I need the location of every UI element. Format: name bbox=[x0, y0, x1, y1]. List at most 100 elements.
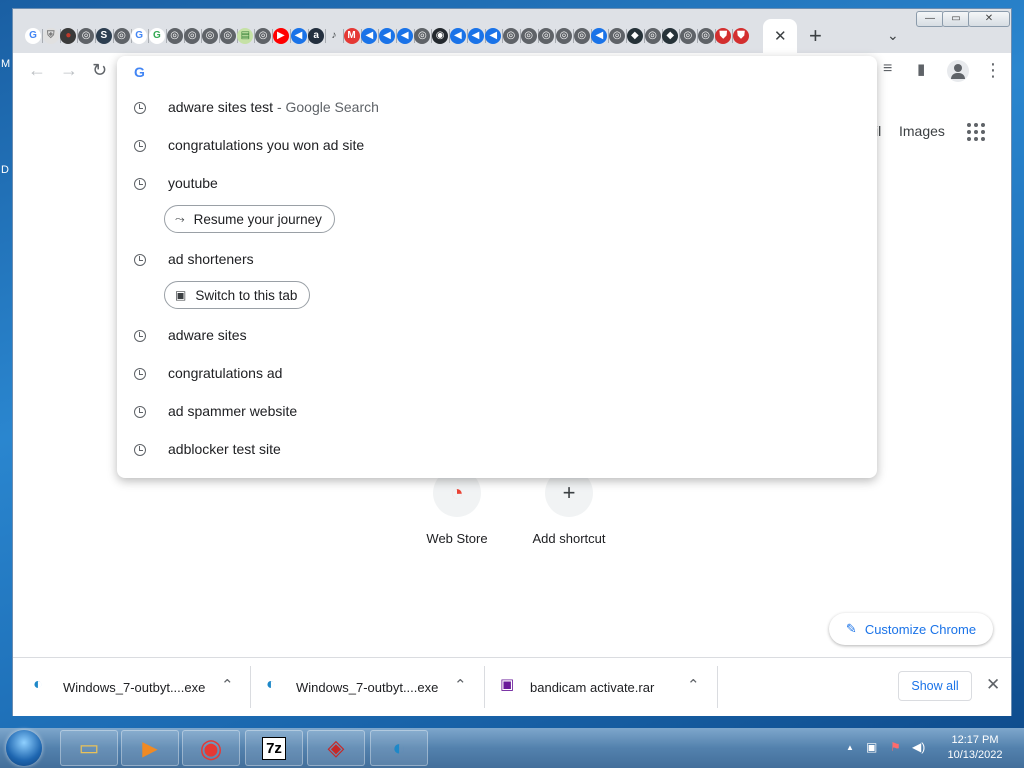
tab-favicon-icon[interactable]: ◀ bbox=[449, 28, 466, 44]
show-all-downloads-button[interactable]: Show all bbox=[898, 671, 972, 701]
suggestion-text: congratulations you won ad site bbox=[168, 137, 365, 153]
tab-favicon-icon[interactable]: ◀ bbox=[485, 28, 502, 44]
history-clock-icon bbox=[134, 368, 146, 380]
suggestion-text: congratulations ad bbox=[168, 365, 283, 381]
taskbar-7zip[interactable]: 7z bbox=[245, 730, 303, 766]
tab-favicon-icon[interactable]: ◎ bbox=[202, 28, 218, 44]
download-item[interactable]: ▣ bandicam activate.rar ⌃ bbox=[485, 658, 717, 716]
tab-favicon-icon[interactable]: ▶ bbox=[272, 28, 289, 44]
tab-close-icon[interactable]: ✕ bbox=[774, 27, 787, 45]
chrome-menu-button[interactable]: ⋮ bbox=[984, 60, 1002, 81]
reload-button[interactable]: ↻ bbox=[92, 60, 107, 81]
tab-favicon-icon[interactable]: G bbox=[131, 28, 148, 44]
tab-favicon-icon[interactable]: ● bbox=[60, 28, 77, 44]
network-icon[interactable]: ▣ bbox=[866, 740, 877, 754]
active-tab[interactable]: ✕ bbox=[763, 19, 797, 53]
suggestion-row[interactable]: ad shorteners bbox=[117, 244, 877, 280]
tab-favicon-icon[interactable]: ◎ bbox=[502, 28, 519, 44]
tab-favicon-icon[interactable]: a bbox=[308, 28, 325, 44]
tab-favicon-icon[interactable]: ◎ bbox=[520, 28, 537, 44]
back-button[interactable]: ← bbox=[28, 60, 46, 81]
tab-favicon-icon[interactable]: ◎ bbox=[609, 28, 626, 44]
tab-favicon-icon[interactable]: ⛊ bbox=[715, 28, 732, 44]
minimize-button[interactable]: — bbox=[916, 11, 944, 27]
pencil-icon: ✎ bbox=[845, 621, 857, 636]
tab-favicon-icon[interactable]: ◎ bbox=[573, 28, 590, 44]
tab-favicon-icon[interactable]: ◀ bbox=[290, 28, 307, 44]
tab-favicon-icon[interactable]: ◎ bbox=[538, 28, 555, 44]
profile-avatar[interactable] bbox=[947, 60, 969, 82]
reading-list-button[interactable]: ≡ bbox=[883, 60, 892, 78]
suggestion-row[interactable]: adware sites test - Google Search bbox=[117, 92, 877, 128]
chrome-icon: ◉ bbox=[199, 732, 223, 763]
maximize-button[interactable]: ▭ bbox=[942, 11, 970, 27]
tab-favicon-icon[interactable]: ◀ bbox=[379, 28, 395, 44]
download-item[interactable]: ◐ Windows_7-outbyt....exe ⌃ bbox=[13, 658, 250, 716]
tab-favicon-icon[interactable]: ◎ bbox=[414, 28, 431, 44]
start-button[interactable] bbox=[6, 730, 42, 766]
tab-favicon-icon[interactable]: M bbox=[343, 28, 360, 44]
system-clock[interactable]: 12:17 PM 10/13/2022 bbox=[942, 734, 1008, 761]
customize-chrome-button[interactable]: ✎ Customize Chrome bbox=[829, 613, 993, 645]
chevron-up-icon[interactable]: ⌃ bbox=[687, 676, 700, 694]
tab-favicon-icon[interactable]: ◎ bbox=[679, 28, 696, 44]
tab-favicon-icon[interactable]: ◎ bbox=[113, 28, 130, 44]
tab-favicon-icon[interactable]: ◎ bbox=[697, 28, 714, 44]
taskbar-chrome[interactable]: ◉ bbox=[182, 730, 240, 766]
shortcut-web-store[interactable]: ◔ Web Store bbox=[407, 469, 507, 546]
side-panel-button[interactable]: ▮ bbox=[917, 60, 925, 78]
tab-favicon-icon[interactable]: G bbox=[25, 28, 41, 44]
chevron-up-icon[interactable]: ⌃ bbox=[221, 676, 234, 694]
tab-favicon-icon[interactable]: ⛨ bbox=[42, 28, 59, 44]
google-icon: G bbox=[134, 64, 145, 80]
taskbar-explorer[interactable]: ▭ bbox=[60, 730, 118, 766]
history-clock-icon bbox=[134, 178, 146, 190]
action-center-flag-icon[interactable]: ⚑ bbox=[890, 740, 901, 754]
shortcut-add[interactable]: + Add shortcut bbox=[519, 469, 619, 546]
resume-journey-chip[interactable]: ⤳ Resume your journey bbox=[164, 205, 335, 233]
close-window-button[interactable]: ✕ bbox=[968, 11, 1010, 27]
tab-favicon-icon[interactable]: ◎ bbox=[556, 28, 572, 44]
desktop-icon-label-d: D bbox=[1, 164, 9, 176]
show-hidden-icons[interactable]: ▲ bbox=[846, 743, 854, 752]
suggestion-row[interactable]: youtube bbox=[117, 168, 877, 204]
suggestion-row[interactable]: adware sites bbox=[117, 320, 877, 356]
tab-favicon-icon[interactable]: ♪ bbox=[325, 28, 342, 44]
tab-favicon-icon[interactable]: ▤ bbox=[237, 28, 254, 44]
images-link[interactable]: Images bbox=[899, 123, 945, 139]
tab-favicon-icon[interactable]: ◎ bbox=[255, 28, 272, 44]
new-tab-button[interactable]: + bbox=[809, 23, 822, 49]
tab-favicon-icon[interactable]: ◀ bbox=[591, 28, 608, 44]
tab-favicon-icon[interactable]: ◎ bbox=[219, 28, 236, 44]
tab-favicon-icon[interactable]: ⛊ bbox=[733, 28, 749, 44]
forward-button[interactable]: → bbox=[60, 60, 78, 81]
tab-favicon-icon[interactable]: ◆ bbox=[626, 28, 643, 44]
download-item[interactable]: ◐ Windows_7-outbyt....exe ⌃ bbox=[251, 658, 483, 716]
chevron-up-icon[interactable]: ⌃ bbox=[454, 676, 467, 694]
tab-favicon-icon[interactable]: S bbox=[95, 28, 112, 44]
tab-favicon-icon[interactable]: ◀ bbox=[467, 28, 484, 44]
clock-date: 10/13/2022 bbox=[947, 749, 1003, 761]
shortcut-label: Add shortcut bbox=[532, 531, 606, 546]
tab-favicon-icon[interactable]: ◎ bbox=[644, 28, 661, 44]
volume-icon[interactable]: ◀) bbox=[912, 740, 925, 754]
tab-search-button[interactable]: ⌄ bbox=[887, 27, 899, 44]
tab-favicon-icon[interactable]: ◎ bbox=[78, 28, 95, 44]
suggestion-row[interactable]: congratulations you won ad site bbox=[117, 130, 877, 166]
tab-favicon-icon[interactable]: G bbox=[148, 28, 165, 44]
tab-favicon-icon[interactable]: ◉ bbox=[432, 28, 449, 44]
suggestion-row[interactable]: adblocker test site bbox=[117, 434, 877, 470]
taskbar-media-player[interactable]: ▶ bbox=[121, 730, 179, 766]
close-download-shelf-icon[interactable]: ✕ bbox=[986, 675, 1000, 695]
taskbar-outbyte[interactable]: ◐ bbox=[370, 730, 428, 766]
google-apps-icon[interactable] bbox=[967, 123, 987, 143]
suggestion-row[interactable]: congratulations ad bbox=[117, 358, 877, 394]
suggestion-row[interactable]: ad spammer website bbox=[117, 396, 877, 432]
tab-favicon-icon[interactable]: ◆ bbox=[662, 28, 679, 44]
switch-to-tab-chip[interactable]: ▣ Switch to this tab bbox=[164, 281, 311, 309]
tab-favicon-icon[interactable]: ◀ bbox=[396, 28, 413, 44]
tab-favicon-icon[interactable]: ◎ bbox=[184, 28, 201, 44]
tab-favicon-icon[interactable]: ◀ bbox=[361, 28, 378, 44]
taskbar-installer[interactable]: ◈ bbox=[307, 730, 365, 766]
tab-favicon-icon[interactable]: ◎ bbox=[166, 28, 183, 44]
